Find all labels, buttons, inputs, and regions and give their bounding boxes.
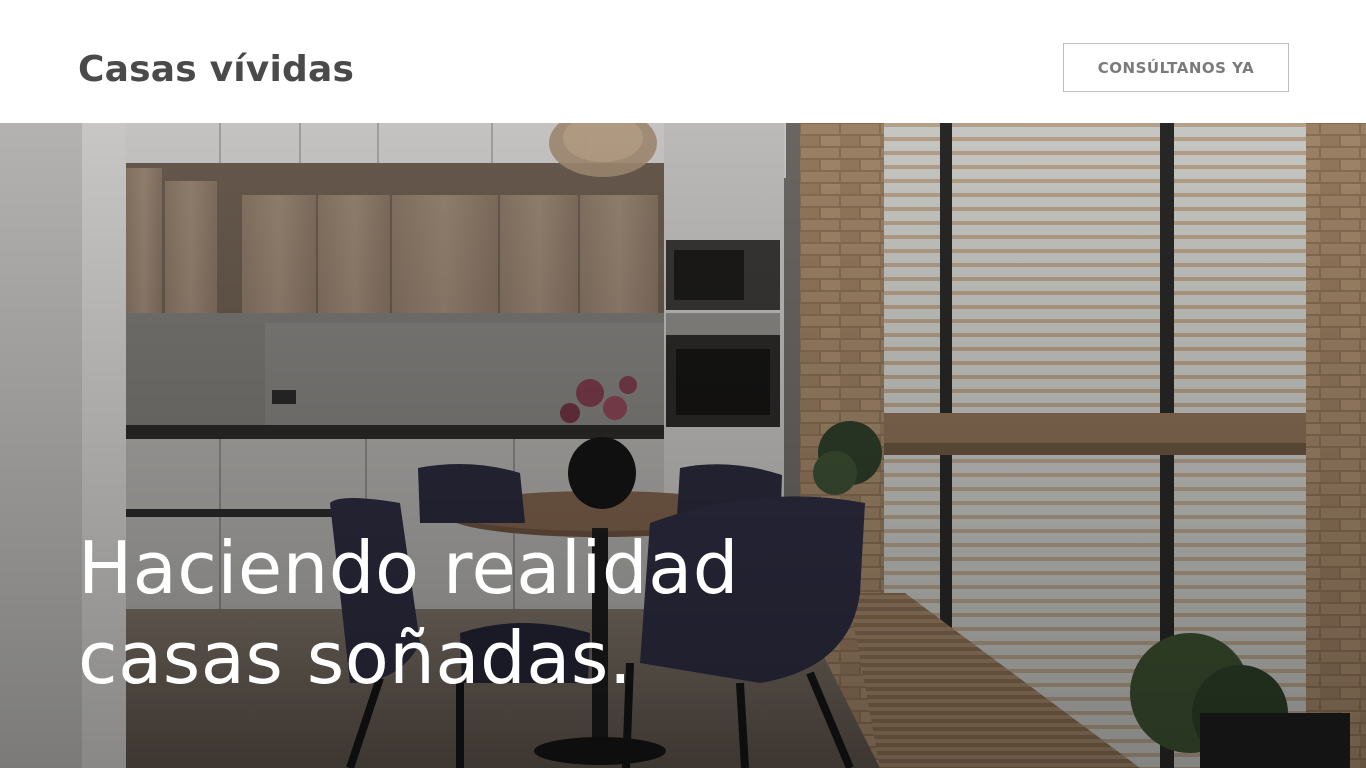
contact-now-button[interactable]: CONSÚLTANOS YA <box>1063 43 1289 92</box>
hero-headline: Haciendo realidad casas soñadas. <box>78 523 878 703</box>
brand-logo[interactable]: Casas vívidas <box>78 46 354 94</box>
hero-headline-line1: Haciendo realidad <box>78 526 739 610</box>
hero-section: Haciendo realidad casas soñadas. <box>0 123 1366 768</box>
site-header: Casas vívidas CONSÚLTANOS YA <box>0 0 1366 123</box>
hero-headline-line2: casas soñadas. <box>78 616 633 700</box>
